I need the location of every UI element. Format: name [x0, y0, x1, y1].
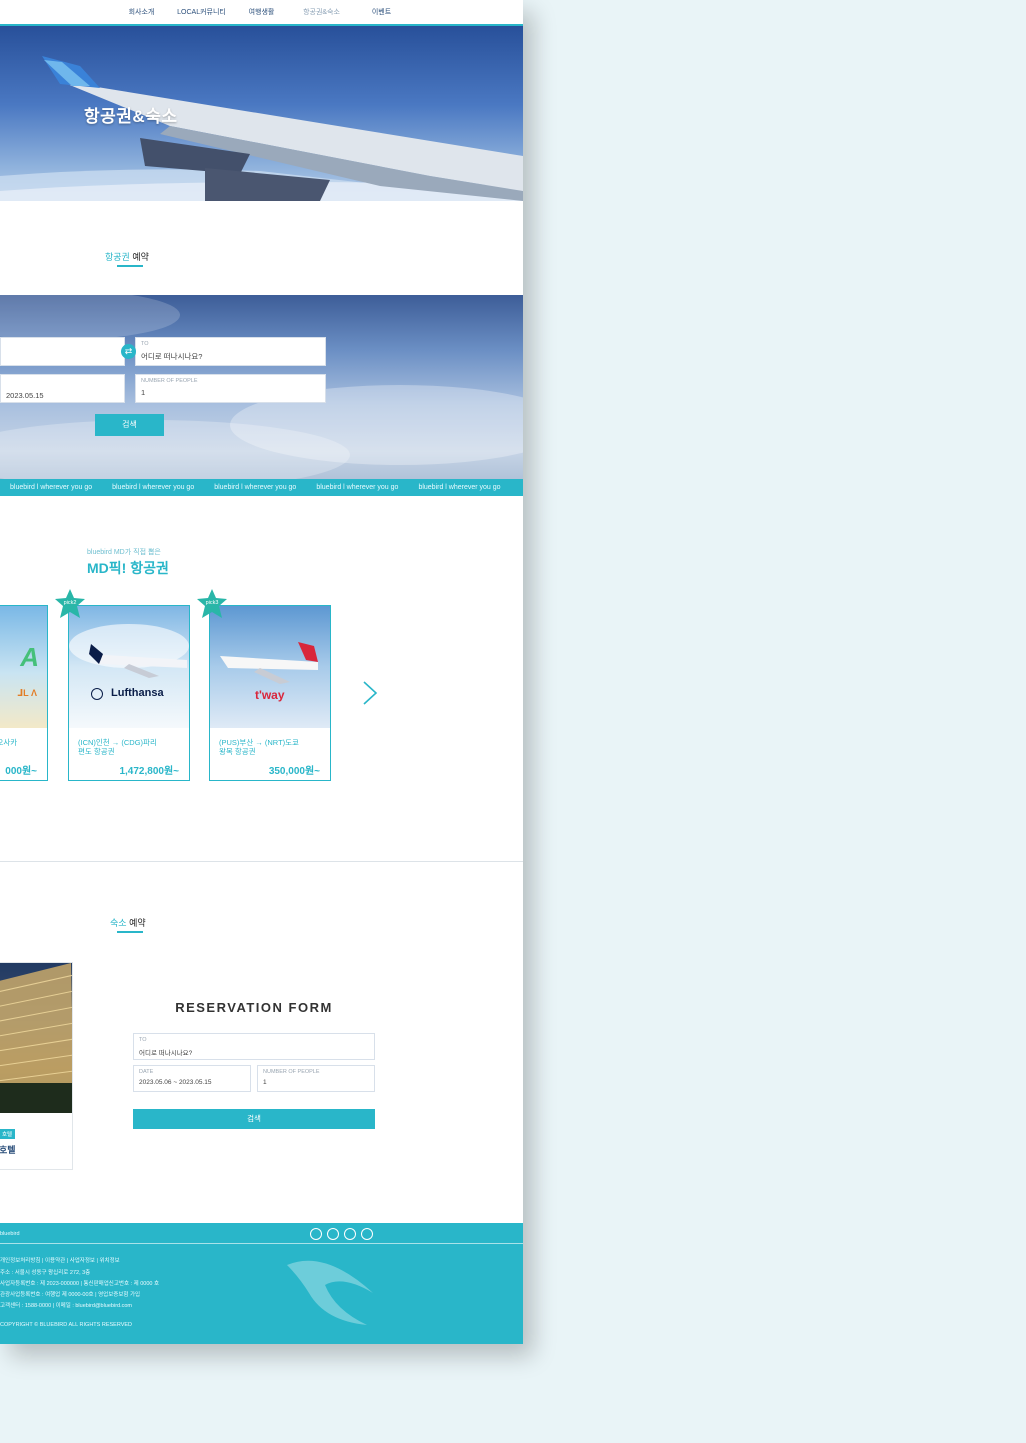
reservation-to-field[interactable]: TO 어디로 떠나시나요? [133, 1033, 375, 1060]
route-line-2: 왕복 항공권 [219, 747, 256, 756]
airline-name: t'way [255, 688, 285, 702]
bluebird-logo-icon [287, 1260, 373, 1325]
md-pick-subtitle: bluebird MD가 직접 뽑은 [87, 549, 161, 556]
ticker-text: bluebird l wherever you go [10, 484, 93, 491]
hero-banner: 항공권&숙소 [0, 26, 523, 201]
section-divider [0, 861, 523, 862]
swap-icon[interactable]: ⇄ [121, 344, 136, 359]
footer-brand: bluebird [0, 1231, 20, 1237]
people-label: NUMBER OF PEOPLE [141, 378, 198, 384]
hotel-badge: 호텔 [0, 1129, 16, 1139]
youtube-icon[interactable] [344, 1228, 356, 1240]
slogan-ticker: bluebird l wherever you go bluebird l wh… [0, 479, 523, 496]
flight-card-price: 000원~ [5, 766, 37, 777]
hotel-name: 호텔 [0, 1145, 16, 1155]
flight-card-price: 350,000원~ [268, 766, 320, 777]
footer-address: 주소 : 서울시 성동구 왕십리로 272, 3층 [0, 1270, 91, 1276]
plane-icon [220, 642, 318, 684]
ticker-text: bluebird l wherever you go [316, 484, 399, 491]
reservation-date-label: DATE [139, 1069, 154, 1075]
reservation-people-label: NUMBER OF PEOPLE [263, 1069, 320, 1075]
nav-flights-stays[interactable]: 항공권&숙소 [292, 0, 352, 24]
people-value: 1 [141, 388, 146, 397]
flight-card-image: A ᒧL Λ [0, 606, 47, 728]
nav-events[interactable]: 이벤트 [352, 0, 412, 24]
ticker-text: bluebird l wherever you go [418, 484, 501, 491]
hotel-title-rest: 예약 [126, 918, 146, 928]
ticker-text: bluebird l wherever you go [112, 484, 195, 491]
footer-business-number: 사업자등록번호 : 제 2023-000000 | 통신판매업신고번호 : 제 … [0, 1281, 160, 1287]
flight-card-route: (ICN)인천 → (CDG)파리 편도 항공권 [78, 738, 157, 756]
flight-card-price: 1,472,800원~ [119, 766, 179, 777]
reservation-people-field[interactable]: NUMBER OF PEOPLE 1 [257, 1065, 375, 1092]
jeju-air-logo-icon: A [20, 642, 39, 672]
footer: bluebird 개인정보처리방침 | 이용약관 | 사업자정보 | 위치정보 … [0, 1223, 523, 1344]
plane-icon [69, 624, 189, 678]
to-label: TO [141, 341, 149, 347]
chevron-right-icon[interactable] [362, 680, 378, 706]
pick-badge-label: pick2 [63, 600, 77, 606]
date-field[interactable]: 2023.05.15 [0, 374, 125, 403]
hotel-title-highlight: 숙소 [110, 918, 127, 928]
facebook-icon[interactable] [310, 1228, 322, 1240]
reservation-to-value: 어디로 떠나시나요? [139, 1050, 193, 1057]
instagram-icon[interactable] [327, 1228, 339, 1240]
route-line-1: (PUS)부산 → (NRT)도쿄 [219, 738, 299, 747]
from-field[interactable] [0, 337, 125, 366]
hero-title: 항공권&숙소 [84, 107, 178, 126]
reservation-form-title: RESERVATION FORM [175, 1000, 333, 1015]
flight-card[interactable]: t'way (PUS)부산 → (NRT)도쿄 왕복 항공권 350,000원~ [209, 605, 331, 781]
date-value: 2023.05.15 [6, 391, 44, 400]
airplane-wing-illustration [0, 56, 523, 201]
flight-search-button[interactable]: 검색 [95, 414, 164, 436]
top-nav: 회사소개 LOCAL커뮤니티 여행생활 항공권&숙소 이벤트 [0, 0, 523, 26]
pick-badge-label: pick3 [205, 600, 219, 606]
flight-card-image: Lufthansa [69, 606, 189, 728]
footer-contact: 고객센터 : 1588-0000 | 이메일 : bluebird@bluebi… [0, 1303, 133, 1309]
footer-copyright: COPYRIGHT © BLUEBIRD ALL RIGHTS RESERVED [0, 1322, 133, 1328]
flight-section-title: 항공권 예약 [105, 250, 149, 263]
md-pick-title: MD픽! 항공권 [87, 560, 169, 576]
airline-mark-icon: ᒧL Λ [17, 688, 37, 698]
footer-links[interactable]: 개인정보처리방침 | 이용약관 | 사업자정보 | 위치정보 [0, 1256, 120, 1264]
hotel-image [0, 963, 72, 1113]
flight-title-rest: 예약 [129, 252, 149, 262]
lufthansa-crane-icon [91, 688, 103, 700]
footer-travel-license: 관광사업등록번호 : 여행업 제 0000-00호 | 영업보증보험 가입 [0, 1292, 141, 1298]
to-value: 어디로 떠나시나요? [141, 352, 203, 361]
flight-title-highlight: 항공권 [105, 252, 130, 262]
pick-badge: pick2 [54, 588, 86, 620]
hotel-building-illustration [0, 963, 72, 1113]
reservation-date-field[interactable]: DATE 2023.05.06 ~ 2023.05.15 [133, 1065, 251, 1092]
hotel-card[interactable]: 호텔 호텔 [0, 962, 73, 1170]
ticker-text: bluebird l wherever you go [214, 484, 297, 491]
pick-badge: pick3 [196, 588, 228, 620]
flight-card[interactable]: A ᒧL Λ (ICN)인천 → (KIX)오사카 000원~ [0, 605, 48, 781]
reservation-date-value: 2023.05.06 ~ 2023.05.15 [139, 1079, 212, 1086]
flight-card-route: (ICN)인천 → (KIX)오사카 [0, 738, 18, 747]
reservation-search-button[interactable]: 검색 [133, 1109, 375, 1129]
hotel-title-underline [117, 931, 143, 933]
reservation-people-value: 1 [263, 1079, 267, 1086]
route-line-1: (ICN)인천 → (CDG)파리 [78, 738, 157, 747]
airline-name: Lufthansa [111, 687, 164, 699]
nav-local-community[interactable]: LOCAL커뮤니티 [172, 0, 232, 24]
hotel-section-title: 숙소 예약 [110, 916, 146, 929]
flight-card-route: (PUS)부산 → (NRT)도쿄 왕복 항공권 [219, 738, 299, 756]
people-field[interactable]: NUMBER OF PEOPLE 1 [135, 374, 326, 403]
flight-title-underline [117, 265, 143, 267]
flight-card-image: t'way [210, 606, 330, 728]
footer-divider [0, 1243, 523, 1244]
web-page: 회사소개 LOCAL커뮤니티 여행생활 항공권&숙소 이벤트 항공권&숙소 항공… [0, 0, 523, 1344]
reservation-to-label: TO [139, 1037, 147, 1043]
to-field[interactable]: TO 어디로 떠나시나요? [135, 337, 326, 366]
chat-icon[interactable] [361, 1228, 373, 1240]
nav-travel-life[interactable]: 여행생활 [232, 0, 292, 24]
flight-card[interactable]: Lufthansa (ICN)인천 → (CDG)파리 편도 항공권 1,472,… [68, 605, 190, 781]
nav-about[interactable]: 회사소개 [112, 0, 172, 24]
route-line-2: 편도 항공권 [78, 747, 115, 756]
